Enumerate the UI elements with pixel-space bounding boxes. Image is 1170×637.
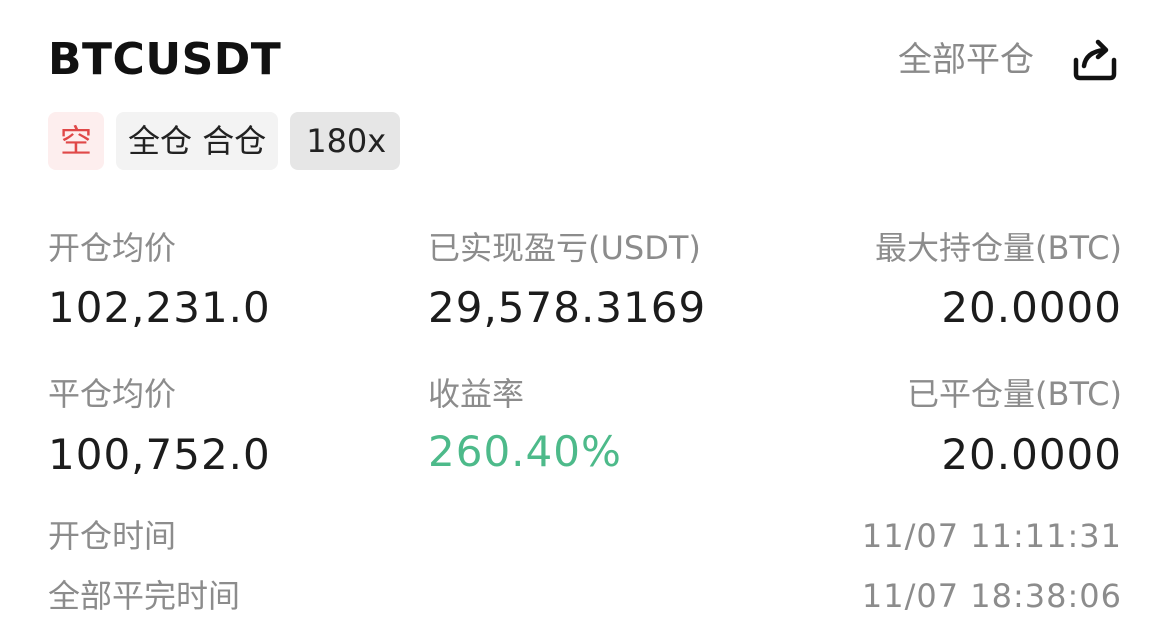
full-close-time-label: 全部平完时间 xyxy=(48,577,241,615)
open-avg-price-value: 102,231.0 xyxy=(48,283,271,332)
realized-pnl-value: 29,578.3169 xyxy=(428,283,707,332)
full-close-time-value: 11/07 18:38:06 xyxy=(861,577,1122,615)
realized-pnl-label: 已实现盈亏(USDT) xyxy=(428,229,701,267)
closed-qty-label: 已平仓量(BTC) xyxy=(907,375,1122,413)
margin-mode-badge: 全仓 合仓 xyxy=(116,112,279,170)
open-avg-price-label: 开仓均价 xyxy=(48,229,177,267)
symbol-title: BTCUSDT xyxy=(48,34,282,85)
close-avg-price-label: 平仓均价 xyxy=(48,375,177,413)
leverage-badge: 180x xyxy=(290,112,401,170)
close-avg-price-value: 100,752.0 xyxy=(48,430,271,479)
open-time-label: 开仓时间 xyxy=(48,517,177,555)
close-all-button[interactable]: 全部平仓 xyxy=(898,36,1034,84)
max-position-value: 20.0000 xyxy=(941,283,1122,332)
side-badge: 空 xyxy=(48,112,105,170)
share-icon[interactable] xyxy=(1070,34,1120,84)
position-history-card: BTCUSDT 全部平仓 空 全仓 合仓 180x 开仓均价 102,231.0… xyxy=(0,0,1170,637)
max-position-label: 最大持仓量(BTC) xyxy=(875,229,1122,267)
roi-value: 260.40% xyxy=(428,427,622,476)
open-time-value: 11/07 11:11:31 xyxy=(861,517,1122,555)
roi-label: 收益率 xyxy=(428,375,525,413)
position-tags: 空 全仓 合仓 180x xyxy=(48,112,401,170)
closed-qty-value: 20.0000 xyxy=(941,430,1122,479)
